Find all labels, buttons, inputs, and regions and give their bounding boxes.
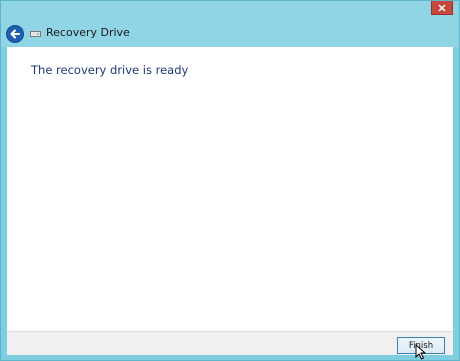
window-title: Recovery Drive (46, 26, 130, 39)
title-bar: Recovery Drive (1, 1, 459, 47)
footer-bar: Finish (7, 331, 453, 355)
back-arrow-icon (10, 29, 20, 39)
close-button[interactable] (431, 1, 453, 15)
close-icon (438, 3, 446, 12)
back-button[interactable] (6, 25, 24, 43)
recovery-drive-window: Recovery Drive The recovery drive is rea… (0, 0, 460, 361)
drive-icon (30, 31, 41, 37)
page-heading: The recovery drive is ready (31, 63, 189, 77)
mouse-pointer-icon (415, 344, 427, 360)
content-pane: The recovery drive is ready (7, 47, 453, 331)
